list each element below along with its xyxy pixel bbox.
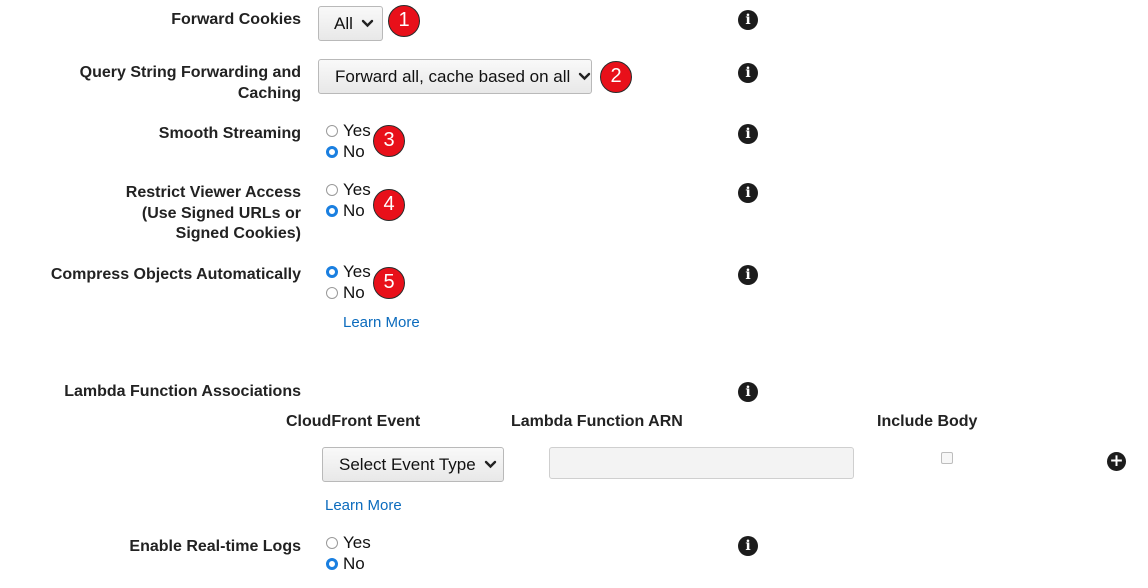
info-icon[interactable]: i [738,382,758,402]
radio-button[interactable] [326,537,338,549]
radio-label: Yes [343,262,371,281]
radio-button[interactable] [326,125,338,137]
query-string-label-line2: Caching [237,84,301,102]
restrict-viewer-no-radio[interactable]: No [326,201,365,221]
lambda-associations-label: Lambda Function Associations [64,383,301,400]
radio-button[interactable] [326,266,338,278]
plus-circle-icon[interactable]: + [1107,452,1126,471]
compress-learn-more-link[interactable]: Learn More [343,314,420,332]
info-icon[interactable]: i [738,536,758,556]
restrict-viewer-yes-radio[interactable]: Yes [326,180,371,200]
lambda-arn-input[interactable] [549,447,854,479]
info-icon[interactable]: i [738,265,758,285]
annotation-badge-4: 4 [373,189,405,221]
forward-cookies-value: All [334,13,353,33]
query-string-select[interactable]: Forward all, cache based on all [318,59,592,94]
cloudfront-event-column-header: CloudFront Event [286,413,421,430]
forward-cookies-label: Forward Cookies [171,11,301,28]
include-body-column-header: Include Body [877,413,978,430]
event-type-select[interactable]: Select Event Type [322,447,504,482]
smooth-streaming-yes-radio[interactable]: Yes [326,121,371,141]
query-string-value: Forward all, cache based on all [335,66,571,86]
annotation-badge-3: 3 [373,125,405,157]
realtime-logs-yes-radio[interactable]: Yes [326,533,371,553]
radio-label: No [343,201,365,220]
radio-label: Yes [343,533,371,552]
radio-button[interactable] [326,287,338,299]
annotation-badge-5: 5 [373,267,405,299]
restrict-viewer-label-line1: Restrict Viewer Access [125,184,301,201]
radio-label: Yes [343,180,371,199]
radio-button[interactable] [326,205,338,217]
radio-label: No [343,142,365,161]
smooth-streaming-no-radio[interactable]: No [326,142,365,162]
chevron-down-icon [361,19,374,28]
compress-objects-yes-radio[interactable]: Yes [326,262,371,282]
query-string-label: Query String Forwarding and Caching [80,63,301,104]
compress-objects-label: Compress Objects Automatically [50,266,301,283]
radio-label: No [343,554,365,573]
forward-cookies-select[interactable]: All [318,6,383,41]
radio-label: Yes [343,121,371,140]
lambda-arn-column-header: Lambda Function ARN [511,413,683,430]
annotation-badge-1: 1 [388,5,420,37]
radio-label: No [343,283,365,302]
info-icon[interactable]: i [738,124,758,144]
restrict-viewer-label-line3: Signed Cookies) [175,225,301,242]
annotation-badge-2: 2 [600,61,632,93]
restrict-viewer-label-line2: (Use Signed URLs or [141,204,301,222]
realtime-logs-no-radio[interactable]: No [326,554,365,574]
smooth-streaming-label: Smooth Streaming [158,125,301,142]
info-icon[interactable]: i [738,183,758,203]
lambda-learn-more-link[interactable]: Learn More [325,497,402,515]
chevron-down-icon [484,460,497,469]
compress-objects-no-radio[interactable]: No [326,283,365,303]
event-type-value: Select Event Type [339,454,476,474]
realtime-logs-label: Enable Real-time Logs [129,538,301,555]
info-icon[interactable]: i [738,10,758,30]
chevron-down-icon [578,72,591,81]
query-string-label-line1: Query String Forwarding and [79,64,301,81]
include-body-checkbox[interactable] [941,452,953,464]
restrict-viewer-label: Restrict Viewer Access (Use Signed URLs … [126,183,301,245]
info-icon[interactable]: i [738,63,758,83]
radio-button[interactable] [326,184,338,196]
radio-button[interactable] [326,146,338,158]
radio-button[interactable] [326,558,338,570]
